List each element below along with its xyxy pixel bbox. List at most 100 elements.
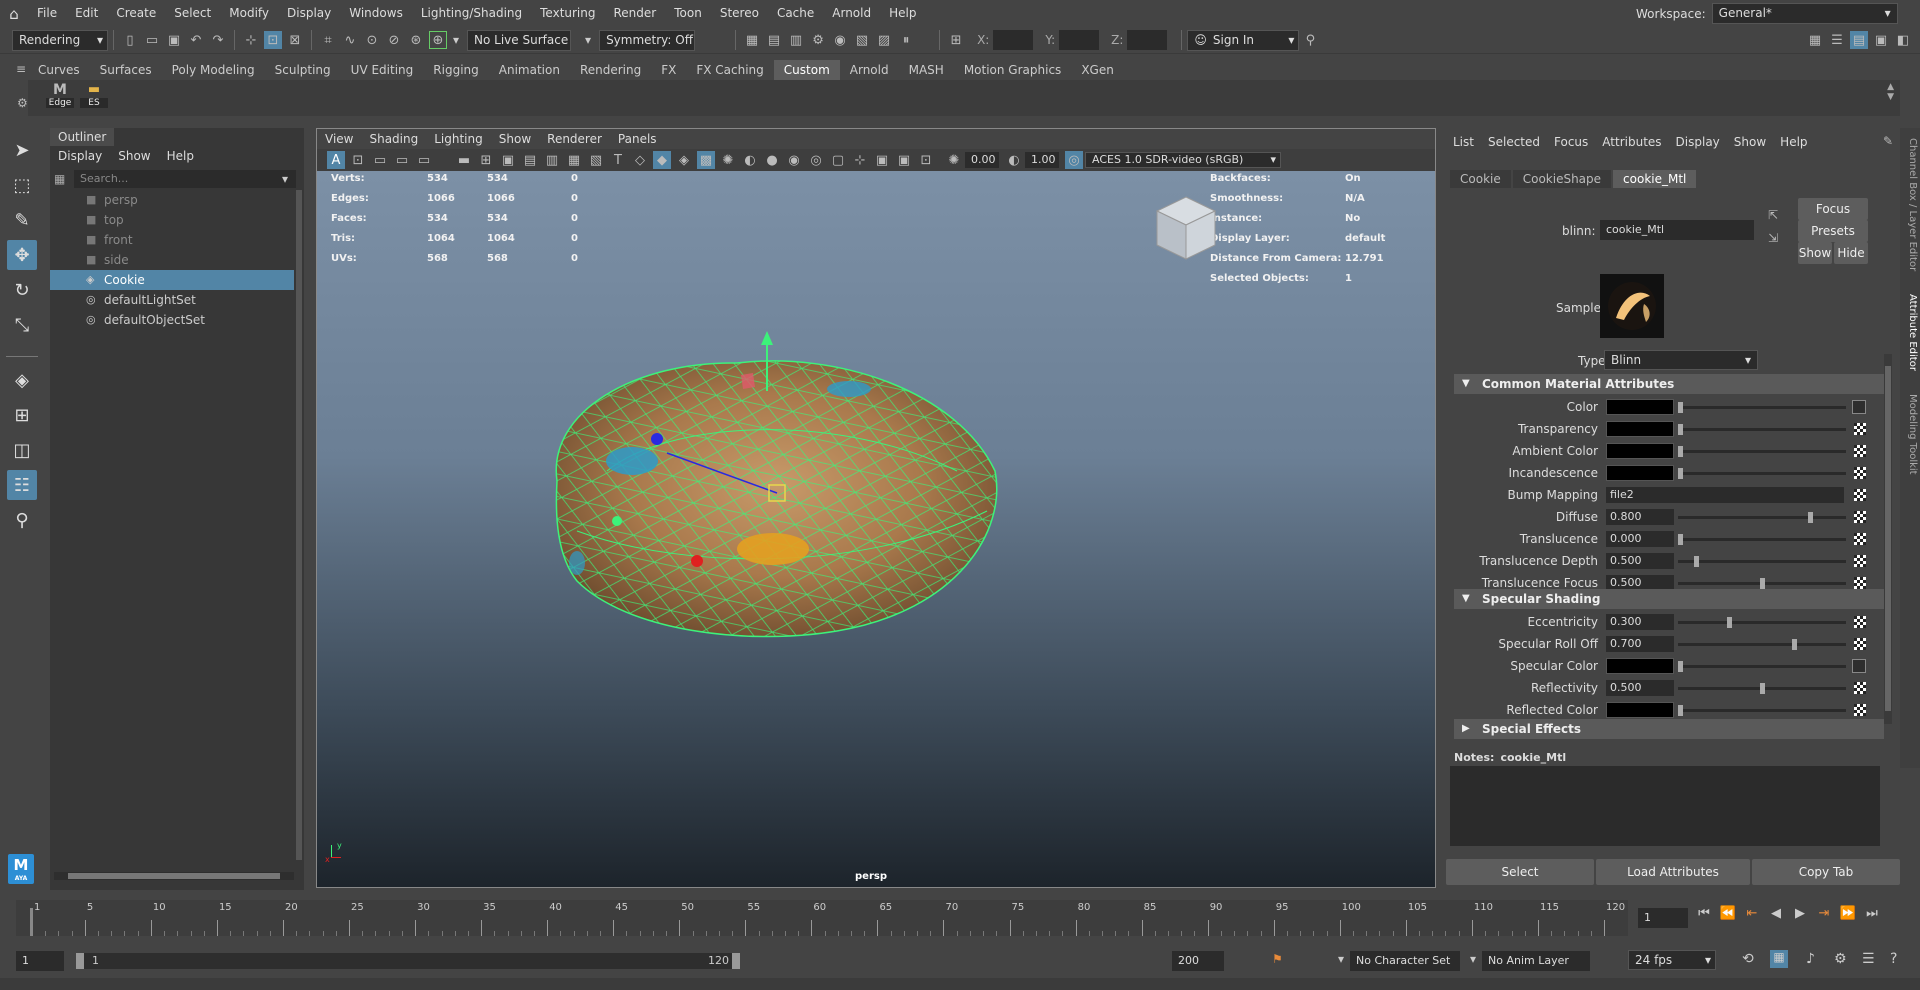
ae-tab-cookieshape[interactable]: CookieShape <box>1512 170 1612 188</box>
color-swatch[interactable] <box>1606 421 1674 437</box>
grid-icon[interactable]: ⊞ <box>477 151 495 169</box>
color-swatch[interactable] <box>1606 443 1674 459</box>
checker-map-icon[interactable] <box>1854 704 1866 716</box>
shelf-tab-rendering[interactable]: Rendering <box>570 60 651 80</box>
outliner-menu-help[interactable]: Help <box>159 149 202 163</box>
attr-slider[interactable] <box>1678 402 1846 413</box>
select-tool-icon[interactable]: ➤ <box>7 135 37 165</box>
checker-map-icon[interactable] <box>1854 533 1866 545</box>
character-set-field[interactable]: No Character Set <box>1350 951 1460 971</box>
ae-menu-show[interactable]: Show <box>1727 135 1773 149</box>
single-perspective-layout-icon[interactable]: ◈ <box>7 365 37 395</box>
lasso-tool-icon[interactable]: ⬚ <box>7 170 37 200</box>
outliner-item[interactable]: ◈ Cookie <box>50 270 294 290</box>
character-controls-icon[interactable]: ☰ <box>1828 31 1846 49</box>
input-connection-icon[interactable]: ⇱ <box>1768 208 1778 222</box>
checker-map-icon[interactable] <box>1854 682 1866 694</box>
shadows-icon[interactable]: ◐ <box>741 151 759 169</box>
menu-toon[interactable]: Toon <box>665 0 711 27</box>
slider-knob[interactable] <box>1678 534 1683 545</box>
sign-in-dropdown[interactable]: ☺ Sign In ▾ <box>1187 29 1300 51</box>
new-scene-icon[interactable]: ▯ <box>121 31 139 49</box>
attr-slider[interactable] <box>1678 639 1846 650</box>
z-field[interactable] <box>1127 30 1168 50</box>
outliner-item[interactable]: ■ persp <box>50 190 294 210</box>
attr-slider[interactable] <box>1678 705 1846 716</box>
attr-slider[interactable] <box>1678 534 1846 545</box>
shelf-scroll-icon[interactable]: ▲ ▼ <box>1887 82 1894 102</box>
channel-box-icon[interactable]: ◧ <box>1894 31 1912 49</box>
horizontal-scrollbar[interactable] <box>54 872 294 880</box>
side-tab-modeling-toolkit[interactable]: Modeling Toolkit <box>1902 394 1918 514</box>
pin-icon[interactable]: ✎ <box>1883 134 1893 148</box>
color-swatch[interactable] <box>1606 399 1674 415</box>
go-to-start-icon[interactable]: ⏮ <box>1692 906 1716 921</box>
ae-menu-focus[interactable]: Focus <box>1547 135 1595 149</box>
menu-lighting-shading[interactable]: Lighting/Shading <box>412 0 531 27</box>
copy-tab-button[interactable]: Copy Tab <box>1752 859 1900 885</box>
render-frame-icon[interactable]: ▤ <box>765 31 783 49</box>
exposure-icon[interactable]: ✺ <box>945 151 963 169</box>
step-forward-key-icon[interactable]: ⇥ <box>1812 906 1836 921</box>
select-camera-icon[interactable]: A <box>327 151 345 169</box>
open-scene-icon[interactable]: ▭ <box>143 31 161 49</box>
exposure-field[interactable]: 0.00 <box>965 152 999 168</box>
shelf-tab-custom[interactable]: Custom <box>773 60 840 80</box>
symmetry-field[interactable]: Symmetry: Off <box>599 29 696 51</box>
command-line[interactable] <box>0 978 1920 990</box>
resolution-gate-icon[interactable]: ▤ <box>521 151 539 169</box>
shelf-tab-rigging[interactable]: Rigging <box>423 60 488 80</box>
value-field[interactable]: 0.000 <box>1606 531 1674 547</box>
wireframe-on-shaded-icon[interactable]: ◈ <box>675 151 693 169</box>
attr-slider[interactable] <box>1678 468 1846 479</box>
render-view-icon[interactable]: ▦ <box>743 31 761 49</box>
modeling-toolkit-icon[interactable]: ▦ <box>1806 31 1824 49</box>
viewport-menu-panels[interactable]: Panels <box>610 129 665 149</box>
checker-map-icon[interactable] <box>1854 616 1866 628</box>
attr-slider[interactable] <box>1678 578 1846 589</box>
menu-windows[interactable]: Windows <box>340 0 412 27</box>
paint-select-tool-icon[interactable]: ✎ <box>7 205 37 235</box>
menu-arnold[interactable]: Arnold <box>823 0 880 27</box>
shelf-tab-sculpting[interactable]: Sculpting <box>265 60 341 80</box>
slider-knob[interactable] <box>1792 639 1797 650</box>
type-dropdown[interactable]: Blinn ▾ <box>1604 350 1758 370</box>
shelf-tab-xgen[interactable]: XGen <box>1071 60 1124 80</box>
rotate-tool-icon[interactable]: ↻ <box>7 275 37 305</box>
step-forward-frame-icon[interactable]: ⏩ <box>1836 906 1860 921</box>
checker-map-icon[interactable] <box>1854 445 1866 457</box>
menu-stereo[interactable]: Stereo <box>711 0 768 27</box>
scale-tool-icon[interactable]: ⤡ <box>7 310 37 340</box>
time-slider[interactable]: 1 5 10 15 20 25 30 35 40 45 50 55 60 65 70 75 80 85 90 95 10… <box>16 900 1628 936</box>
attr-slider[interactable] <box>1678 661 1846 672</box>
hypershade-icon[interactable]: ◉ <box>831 31 849 49</box>
shelf-menu-icon[interactable]: ≡ <box>16 62 26 76</box>
outliner-item[interactable]: ■ top <box>50 210 294 230</box>
menu-select[interactable]: Select <box>165 0 220 27</box>
help-icon[interactable]: ? <box>1890 951 1897 967</box>
attr-slider[interactable] <box>1678 446 1846 457</box>
slider-knob[interactable] <box>1808 512 1813 523</box>
vertical-scrollbar[interactable] <box>296 190 302 860</box>
play-backwards-icon[interactable]: ◀ <box>1764 906 1788 921</box>
menuset-dropdown[interactable]: Rendering ▾ <box>12 29 108 51</box>
checker-map-icon[interactable] <box>1854 423 1866 435</box>
menu-texturing[interactable]: Texturing <box>531 0 604 27</box>
chevron-down-icon[interactable]: ▾ <box>282 172 288 186</box>
loop-icon[interactable]: ⟲ <box>1742 951 1754 967</box>
checker-map-icon[interactable] <box>1854 577 1866 589</box>
show-button[interactable]: Show <box>1798 242 1832 264</box>
shelf-tab-arnold[interactable]: Arnold <box>840 60 899 80</box>
safe-title-icon[interactable]: T <box>609 151 627 169</box>
viewport-menu-show[interactable]: Show <box>491 129 539 149</box>
presets-button[interactable]: Presets <box>1798 220 1868 242</box>
play-forwards-icon[interactable]: ▶ <box>1788 906 1812 921</box>
shelf-tab-fx[interactable]: FX <box>651 60 686 80</box>
shelf-button-es[interactable]: ▬ ES <box>80 82 108 114</box>
filter-icon[interactable]: ▦ <box>54 172 74 186</box>
camera-attributes-icon[interactable]: ⊡ <box>349 151 367 169</box>
attr-slider[interactable] <box>1678 424 1846 435</box>
arnold-render-icon[interactable]: ▧ <box>853 31 871 49</box>
make-live-icon[interactable]: ⊕ <box>429 31 447 49</box>
shelf-tab-animation[interactable]: Animation <box>489 60 570 80</box>
